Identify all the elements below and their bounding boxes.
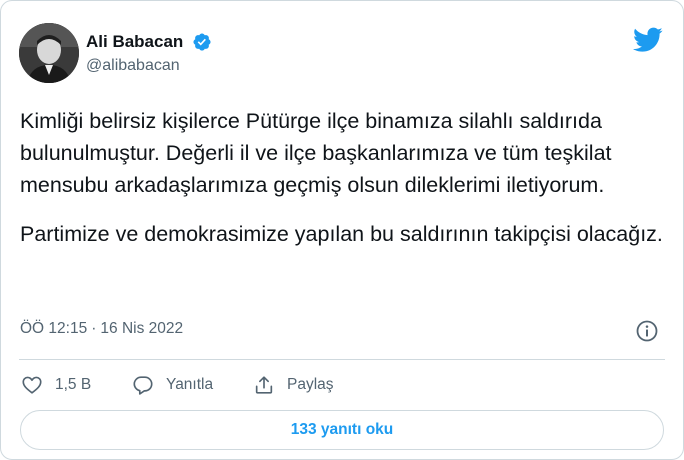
twitter-bird-icon[interactable] — [633, 27, 663, 53]
like-button[interactable]: 1,5 B — [21, 372, 91, 398]
tweet-time: ÖÖ 12:15 — [20, 320, 88, 337]
author-name[interactable]: Ali Babacan — [86, 32, 183, 52]
read-replies-label: 133 yanıtı oku — [290, 421, 394, 438]
share-button[interactable]: Paylaş — [253, 372, 334, 398]
tweet-card: Ali Babacan @alibabacan Kimliği belirsiz… — [0, 0, 684, 460]
info-icon[interactable] — [635, 319, 659, 343]
tweet-text: Kimliği belirsiz kişilerce Pütürge ilçe … — [20, 105, 670, 250]
share-icon — [255, 376, 273, 394]
read-replies-button[interactable]: 133 yanıtı oku — [20, 410, 664, 450]
tweet-paragraph: Kimliği belirsiz kişilerce Pütürge ilçe … — [20, 109, 612, 197]
like-count: 1,5 B — [55, 376, 92, 393]
heart-icon — [22, 376, 42, 394]
share-label: Paylaş — [287, 376, 334, 393]
tweet-paragraph: Partimize ve demokrasimize yapılan bu sa… — [20, 222, 663, 246]
avatar[interactable] — [19, 23, 79, 83]
tweet-timestamp[interactable]: ÖÖ 12:15 · 16 Nis 2022 — [20, 320, 183, 338]
author-handle[interactable]: @alibabacan — [86, 57, 180, 75]
meta-separator: · — [91, 320, 97, 337]
tweet-date: 16 Nis 2022 — [100, 320, 184, 337]
divider — [19, 359, 665, 360]
reply-button[interactable]: Yanıtla — [132, 372, 213, 398]
reply-label: Yanıtla — [166, 376, 214, 393]
verified-badge-icon — [193, 33, 211, 51]
avatar-portrait — [19, 23, 79, 83]
speech-bubble-icon — [133, 376, 153, 395]
